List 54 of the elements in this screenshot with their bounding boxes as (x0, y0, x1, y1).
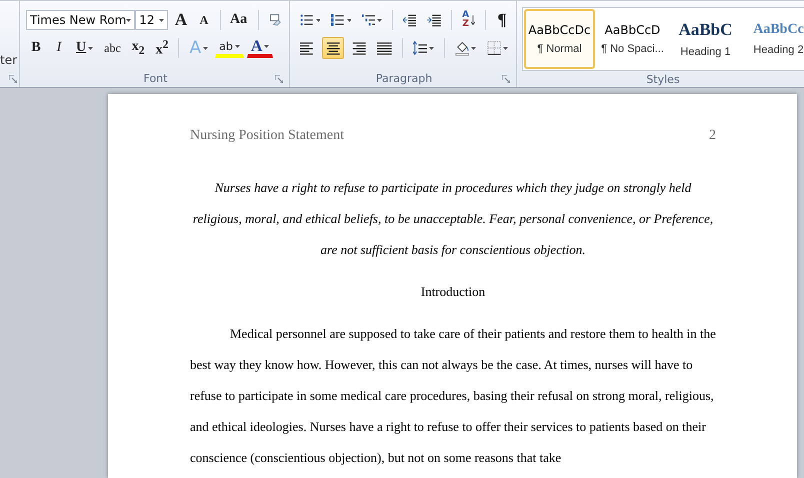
eraser-icon (269, 12, 282, 28)
caret-icon (126, 18, 132, 22)
caret-icon (88, 46, 94, 50)
caret-icon (316, 18, 320, 22)
caret-icon (159, 18, 164, 22)
bullet-list-icon (300, 12, 314, 28)
group-label: Paragraph (376, 72, 432, 84)
font-size-field[interactable]: 12 (135, 10, 168, 30)
group-label: ter (0, 53, 18, 67)
dialog-launcher-icon[interactable] (275, 75, 283, 83)
superscript-button[interactable]: x$^{2}$ (152, 37, 172, 59)
subscript-button[interactable]: x$_{2}$ (128, 37, 149, 59)
grow-font-button[interactable]: A (171, 9, 191, 31)
indent-icon (427, 12, 442, 28)
border-grid-icon (486, 40, 502, 56)
align-center-icon (326, 40, 340, 56)
body-paragraph: Medical personnel are supposed to take care of their patients and restore them to health in the best way they know how. However, this can not always be the case. At times, nurses will have to refuse to participate in some medical care procedures, basing their refusal on strong moral, religious, and ethical ideologies. Nurses have a right to refuse to offer their services to patients based on their conscience (conscientious objection), but not on some reasons that take (190, 325, 716, 467)
dialog-launcher-icon[interactable] (9, 75, 17, 83)
dialog-launcher-icon[interactable] (502, 75, 510, 83)
caret-icon (429, 46, 434, 50)
align-button[interactable] (322, 37, 344, 59)
section-heading: Introduction (420, 283, 486, 301)
font-name-field[interactable]: Times New Rom (26, 10, 136, 30)
multilevel-list-icon (362, 12, 376, 28)
align-right-icon (351, 40, 366, 56)
strike-button[interactable]: abc (100, 37, 125, 59)
page-number: 2 (709, 128, 716, 144)
numbered-list-icon (330, 12, 345, 28)
style-tile[interactable]: AaBbCcDc ¶ Normal (524, 9, 595, 69)
paint-bucket-icon (454, 40, 470, 56)
bold-button[interactable]: B (26, 37, 46, 59)
header-title: Nursing Position Statement (190, 128, 344, 144)
group-label: Font (144, 72, 168, 84)
caret-icon (346, 18, 351, 22)
caret-icon (471, 46, 476, 50)
caret-icon (503, 46, 508, 50)
change-case-button[interactable]: Aa (226, 9, 252, 31)
caret-icon (234, 45, 240, 48)
align-left-icon (300, 40, 315, 56)
epigraph-paragraph: Nurses have a right to refuse to participate in procedures which they judge on strongly held religious, moral, and ethical beliefs, to be unacceptable. Fear, personal convenience, or Preference, are not sufficient basis for conscientious objection. (192, 179, 714, 259)
line-spacing-icon (412, 40, 428, 56)
italic-button[interactable]: I (49, 37, 69, 59)
underline-button[interactable]: U (72, 37, 98, 59)
shrink-font-button[interactable]: A (194, 9, 214, 31)
caret-icon (377, 18, 382, 22)
highlight-button[interactable]: ab (215, 38, 244, 58)
align-justify-icon (377, 40, 392, 56)
show-marks-button[interactable]: ¶ (492, 9, 512, 31)
font-color-button[interactable]: A (246, 38, 274, 58)
caret-icon (203, 46, 208, 50)
caret-icon (264, 45, 270, 48)
group-label: Styles (646, 72, 680, 86)
sort-button[interactable]: A Z (458, 9, 480, 31)
outdent-icon (402, 12, 416, 28)
